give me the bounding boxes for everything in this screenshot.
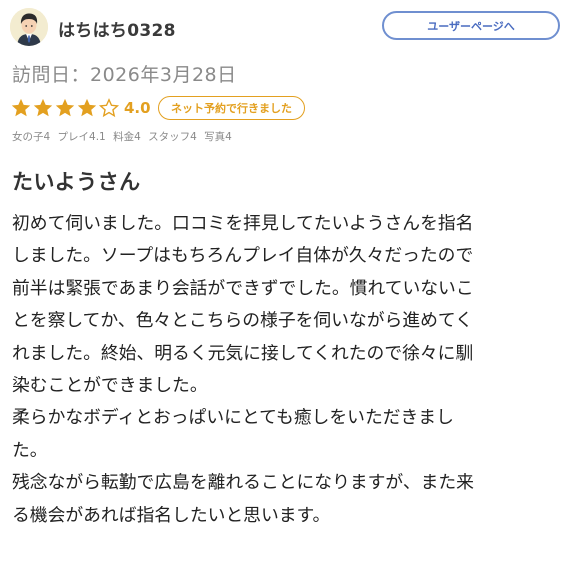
sub-score-staff: スタッフ4 <box>148 131 197 143</box>
star-rating <box>10 97 120 119</box>
star-filled-icon <box>77 98 97 117</box>
rating-row: 4.0 ネット予約で行きました <box>10 96 566 121</box>
review-line: 柔らかなボディとおっぱいにとても癒しをいただきまし <box>12 407 454 429</box>
review-line: 残念ながら転勤で広島を離れることになりますが、また来 <box>12 472 474 494</box>
rating-score: 4.0 <box>124 99 151 117</box>
person-avatar-icon <box>10 8 48 46</box>
review-line: 初めて伺いました。口コミを拝見してたいようさんを指名 <box>12 213 474 234</box>
star-filled-icon <box>55 98 75 117</box>
avatar[interactable] <box>10 8 48 46</box>
review-line: た。 <box>12 439 48 461</box>
sub-score-play: プレイ4.1 <box>57 131 106 143</box>
review-title: たいようさん <box>12 170 141 194</box>
review-body: 初めて伺いました。口コミを拝見してたいようさんを指名 しました。ソープはもちろん… <box>12 208 564 532</box>
review-line: しました。ソープはもちろんプレイ自体が久々だったので <box>12 245 474 267</box>
net-reservation-badge: ネット予約で行きました <box>158 96 305 120</box>
visit-date: 訪問日：2026年3月28日 <box>12 64 237 86</box>
sub-score-girl: 女の子4 <box>12 131 51 143</box>
star-outline-icon <box>98 98 120 118</box>
user-page-button[interactable]: ユーザーページへ <box>382 11 560 40</box>
sub-score-price: 料金4 <box>113 131 141 143</box>
star-filled-icon <box>11 98 31 117</box>
review-line: 前半は緊張であまり会話ができずでした。慣れていないこ <box>12 277 474 299</box>
review-line: る機会があれば指名したいと思います。 <box>12 504 331 526</box>
username[interactable]: はちはち0328 <box>58 16 176 41</box>
review-line: れました。終始、明るく元気に接してくれたので徐々に馴 <box>12 342 474 364</box>
review-header: はちはち0328 ユーザーページへ <box>10 8 566 48</box>
sub-score-photo: 写真4 <box>204 131 232 143</box>
review-line: とを察してか、色々とこちらの様子を伺いながら進めてく <box>12 310 473 332</box>
star-filled-icon <box>33 98 53 117</box>
sub-scores: 女の子4 プレイ4.1 料金4 スタッフ4 写真4 <box>12 129 236 144</box>
review-line: 染むことができました。 <box>12 375 208 397</box>
